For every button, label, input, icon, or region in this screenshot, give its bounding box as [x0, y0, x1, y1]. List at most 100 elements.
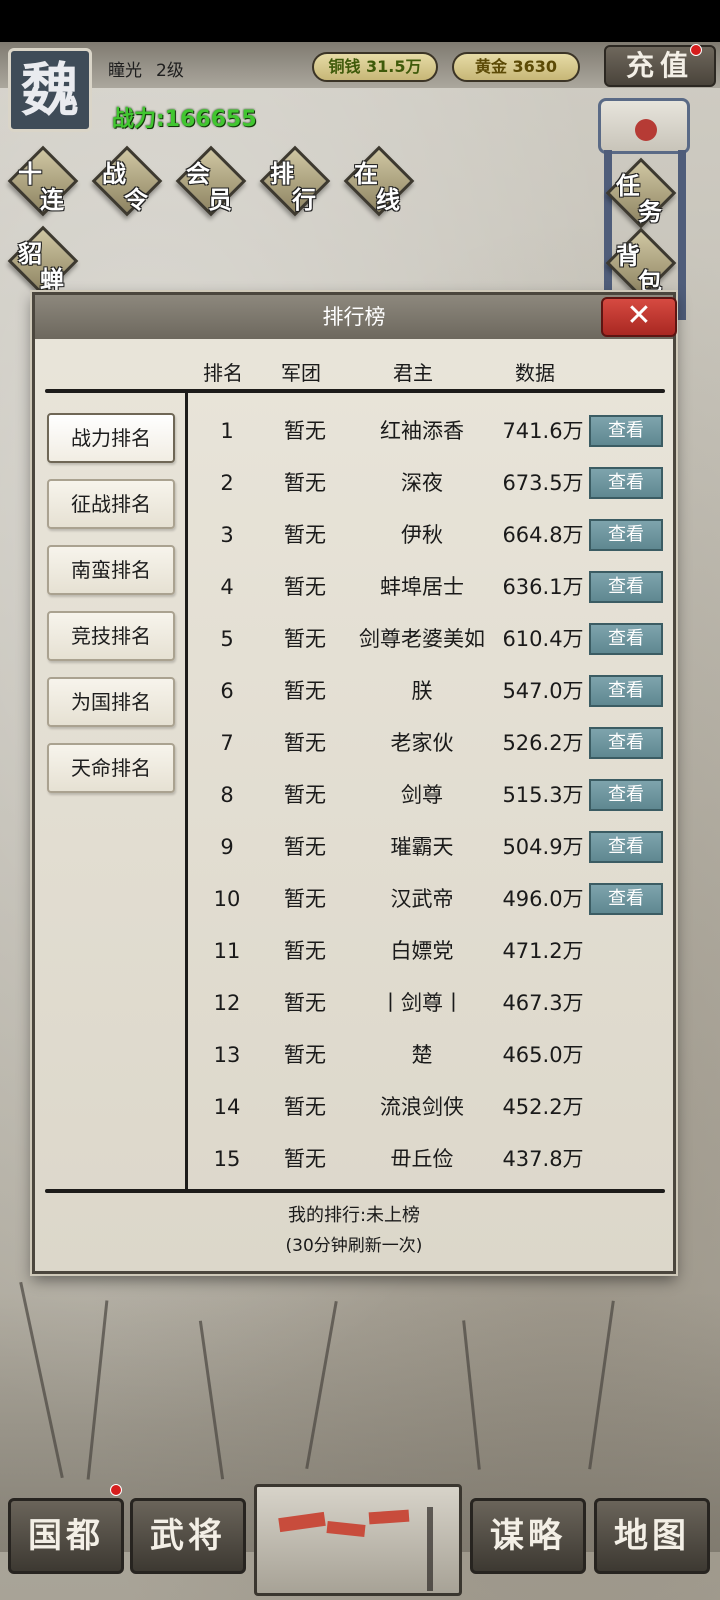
menu-label-char: 排 [270, 159, 294, 188]
bottom-nav: 国都 武将 谋略 地图 [0, 1478, 720, 1600]
corps-cell: 暂无 [284, 679, 326, 703]
data-cell: 664.8万 [502, 523, 584, 547]
data-cell: 673.5万 [502, 471, 584, 495]
war-flag-icon [368, 1509, 410, 1525]
table-row: 3 暂无 伊秋 664.8万 查看 [191, 509, 665, 561]
lord-cell: 老家伙 [390, 731, 454, 755]
view-button[interactable]: 查看 [589, 883, 663, 915]
menu-ranking[interactable]: 排 行 [259, 145, 331, 217]
lord-cell: 朕 [411, 679, 433, 703]
table-row: 10 暂无 汉武帝 496.0万 查看 [191, 873, 665, 925]
view-button[interactable]: 查看 [589, 727, 663, 759]
view-button[interactable]: 查看 [589, 831, 663, 863]
column-header-data: 数据 [515, 361, 555, 385]
copper-currency[interactable]: 铜钱 31.5万 [312, 52, 438, 82]
column-header-corps: 军团 [281, 361, 321, 385]
table-row: 6 暂无 朕 547.0万 查看 [191, 665, 665, 717]
kingdom-emblem[interactable]: 魏 [8, 48, 92, 132]
menu-backpack[interactable]: 背 包 [605, 227, 677, 299]
rank-cell: 1 [220, 419, 234, 443]
corps-cell: 暂无 [284, 627, 326, 651]
data-cell: 526.2万 [502, 731, 584, 755]
player-level: 2级 [156, 61, 184, 81]
tab-nanman-ranking[interactable]: 南蛮排名 [47, 545, 175, 595]
table-row: 7 暂无 老家伙 526.2万 查看 [191, 717, 665, 769]
tab-nation-ranking[interactable]: 为国排名 [47, 677, 175, 727]
lord-cell: 毌丘俭 [390, 1147, 454, 1171]
lord-cell: 伊秋 [401, 523, 443, 547]
lord-cell: 白嫖党 [390, 939, 454, 963]
lord-cell: 剑尊老婆美如 [359, 627, 485, 651]
view-button[interactable]: 查看 [589, 675, 663, 707]
table-row: 11 暂无 白嫖党 471.2万 [191, 925, 665, 977]
data-cell: 547.0万 [502, 679, 584, 703]
corps-cell: 暂无 [284, 419, 326, 443]
corps-cell: 暂无 [284, 887, 326, 911]
rank-cell: 13 [213, 1043, 241, 1067]
menu-tasks[interactable]: 任 务 [605, 157, 677, 229]
corps-cell: 暂无 [284, 783, 326, 807]
rank-cell: 8 [220, 783, 234, 807]
tab-campaign-ranking[interactable]: 征战排名 [47, 479, 175, 529]
nav-map-button[interactable]: 地图 [594, 1498, 710, 1574]
column-header-rank: 排名 [203, 361, 243, 385]
lord-cell: 楚 [411, 1043, 433, 1067]
my-rank-text: 我的排行:未上榜 [287, 1205, 421, 1226]
corps-cell: 暂无 [284, 991, 326, 1015]
view-button[interactable]: 查看 [589, 623, 663, 655]
menu-online[interactable]: 在 线 [343, 145, 415, 217]
rank-cell: 7 [220, 731, 234, 755]
view-button[interactable]: 查看 [589, 519, 663, 551]
lord-cell: 汉武帝 [390, 887, 454, 911]
tab-fate-ranking[interactable]: 天命排名 [47, 743, 175, 793]
table-row: 1 暂无 红袖添香 741.6万 查看 [191, 405, 665, 457]
rank-cell: 14 [213, 1095, 241, 1119]
lord-cell: 蚌埠居士 [380, 575, 464, 599]
menu-label-char: 连 [40, 185, 64, 214]
lord-cell: 红袖添香 [380, 419, 464, 443]
table-row: 8 暂无 剑尊 515.3万 查看 [191, 769, 665, 821]
view-button[interactable]: 查看 [589, 571, 663, 603]
corps-cell: 暂无 [284, 523, 326, 547]
battle-scene-button[interactable] [254, 1484, 462, 1596]
divider-vertical [185, 393, 188, 1189]
gold-currency[interactable]: 黄金 3630 [452, 52, 580, 82]
nav-generals-button[interactable]: 武将 [130, 1498, 246, 1574]
nav-strategy-button[interactable]: 谋略 [470, 1498, 586, 1574]
close-button[interactable]: ✕ [601, 297, 677, 337]
corps-cell: 暂无 [284, 939, 326, 963]
menu-label-char: 令 [124, 185, 148, 214]
rank-cell: 4 [220, 575, 234, 599]
capital-notification-dot [110, 1484, 122, 1496]
menu-diaochan[interactable]: 貂 蝉 [7, 225, 79, 297]
table-row: 12 暂无 丨剑尊丨 467.3万 [191, 977, 665, 1029]
corps-cell: 暂无 [284, 1095, 326, 1119]
recharge-notification-dot [690, 44, 702, 56]
data-cell: 437.8万 [502, 1147, 584, 1171]
rank-cell: 2 [220, 471, 234, 495]
view-button[interactable]: 查看 [589, 467, 663, 499]
quest-scroll-icon[interactable] [598, 98, 690, 154]
war-flag-icon [326, 1521, 366, 1537]
close-icon: ✕ [626, 298, 652, 333]
tab-power-ranking[interactable]: 战力排名 [47, 413, 175, 463]
menu-label-char: 务 [638, 197, 662, 226]
menu-battle-pass[interactable]: 战 令 [91, 145, 163, 217]
rank-cell: 12 [213, 991, 241, 1015]
menu-label-char: 线 [376, 185, 400, 214]
menu-membership[interactable]: 会 员 [175, 145, 247, 217]
nav-capital-button[interactable]: 国都 [8, 1498, 124, 1574]
menu-label-char: 任 [616, 171, 640, 200]
corps-cell: 暂无 [284, 731, 326, 755]
rank-cell: 15 [213, 1147, 241, 1171]
tab-arena-ranking[interactable]: 竞技排名 [47, 611, 175, 661]
menu-label-char: 背 [616, 241, 640, 270]
menu-ten-draw[interactable]: 十 连 [7, 145, 79, 217]
rank-cell: 10 [213, 887, 241, 911]
corps-cell: 暂无 [284, 471, 326, 495]
player-name: 瞳光 [108, 61, 142, 81]
table-row: 4 暂无 蚌埠居士 636.1万 查看 [191, 561, 665, 613]
refresh-note: (30分钟刷新一次) [285, 1236, 423, 1256]
view-button[interactable]: 查看 [589, 415, 663, 447]
view-button[interactable]: 查看 [589, 779, 663, 811]
